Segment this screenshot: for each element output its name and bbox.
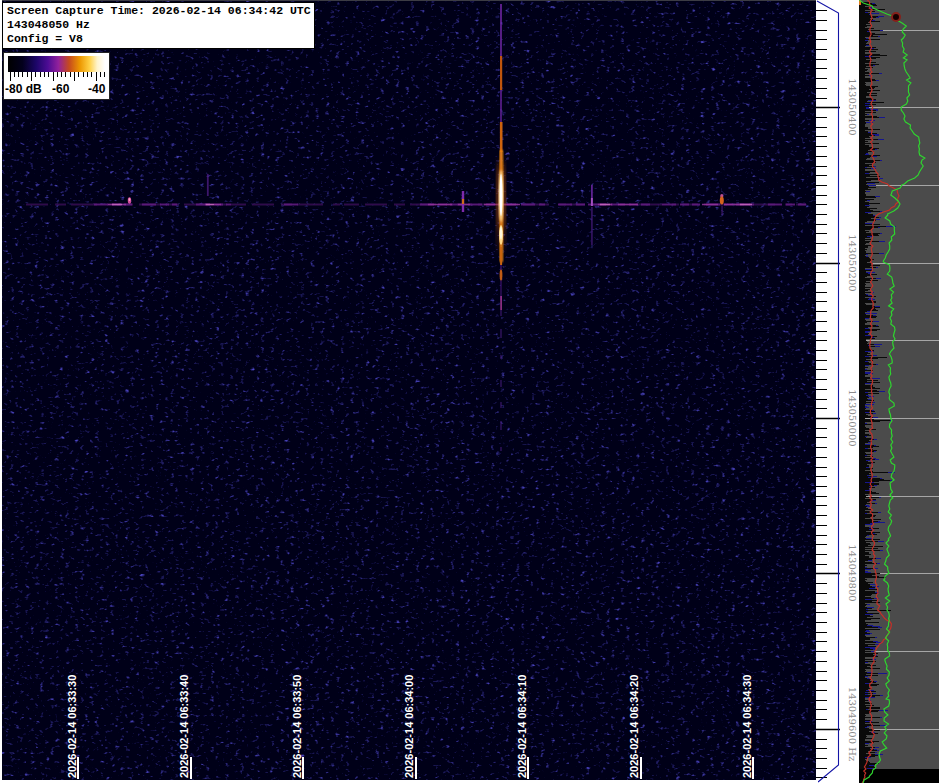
scale-label-min: -80 dB xyxy=(5,82,42,96)
time-tick-label: 2026-02-14 06:33:40 xyxy=(178,675,190,778)
capture-config-text: Config = V8 xyxy=(7,32,311,46)
scale-tick xyxy=(104,72,105,77)
frequency-tick-label: 143050400 xyxy=(847,79,858,136)
time-tick-label: 2026-02-14 06:34:20 xyxy=(628,675,640,778)
scale-tick xyxy=(78,72,79,77)
scale-tick xyxy=(83,72,84,77)
scale-tick xyxy=(100,72,101,77)
scale-label-mid: -60 xyxy=(52,82,69,96)
time-tick-label: 2026-02-14 06:33:50 xyxy=(291,675,303,778)
scale-label-max: -40 xyxy=(88,82,105,96)
peak-marker-dot xyxy=(892,13,900,21)
scale-tick xyxy=(96,72,97,81)
time-tick-label: 2026-02-14 06:34:00 xyxy=(403,675,415,778)
scale-tick xyxy=(44,72,45,77)
scale-tick xyxy=(87,72,88,77)
scale-tick xyxy=(91,72,92,77)
frequency-tick-label: 143049800 xyxy=(847,545,858,602)
spectrum-lab-screen: Screen Capture Time: 2026-02-14 06:34:42… xyxy=(0,0,941,783)
scale-tick xyxy=(74,72,75,81)
waterfall-display xyxy=(0,0,816,783)
border-left xyxy=(0,0,2,783)
panel-bottom-band xyxy=(859,769,939,783)
time-tick-mark xyxy=(302,757,304,779)
scale-tick xyxy=(18,72,19,77)
scale-tick xyxy=(31,72,32,81)
spectrum-side-panel xyxy=(859,0,939,783)
time-tick-label: 2026-02-14 06:33:30 xyxy=(66,675,78,778)
color-scale-ruler xyxy=(8,72,105,82)
color-gradient-bar xyxy=(8,56,105,72)
frequency-tick-label: 143050000 xyxy=(847,389,858,446)
time-tick-mark xyxy=(190,757,192,779)
scale-tick xyxy=(48,72,49,77)
capture-time-text: Screen Capture Time: 2026-02-14 06:34:42… xyxy=(7,4,311,18)
time-tick-mark xyxy=(640,757,642,779)
time-tick-mark xyxy=(527,757,529,779)
scale-tick xyxy=(35,72,36,77)
time-tick-mark xyxy=(415,757,417,779)
scale-tick xyxy=(61,72,62,77)
scale-tick xyxy=(14,72,15,77)
scale-tick xyxy=(65,72,66,77)
border-top xyxy=(0,0,816,1)
time-tick-label: 2026-02-14 06:34:10 xyxy=(516,675,528,778)
time-tick-mark xyxy=(752,757,754,779)
scale-tick xyxy=(10,72,11,81)
frequency-tick-label: 143049600 Hz xyxy=(847,687,858,761)
scale-tick xyxy=(27,72,28,77)
time-tick-mark xyxy=(77,757,79,779)
noise-texture xyxy=(0,0,816,783)
scale-tick xyxy=(40,72,41,77)
scale-tick xyxy=(70,72,71,77)
capture-info-box: Screen Capture Time: 2026-02-14 06:34:42… xyxy=(2,2,315,49)
scale-tick xyxy=(22,72,23,77)
scale-tick xyxy=(53,72,54,81)
frequency-tick-label: 143050200 xyxy=(847,234,858,291)
intensity-color-scale: -80 dB -60 -40 xyxy=(3,52,110,100)
scale-tick xyxy=(57,72,58,77)
capture-frequency-text: 143048050 Hz xyxy=(7,18,311,32)
time-tick-label: 2026-02-14 06:34:30 xyxy=(741,675,753,778)
